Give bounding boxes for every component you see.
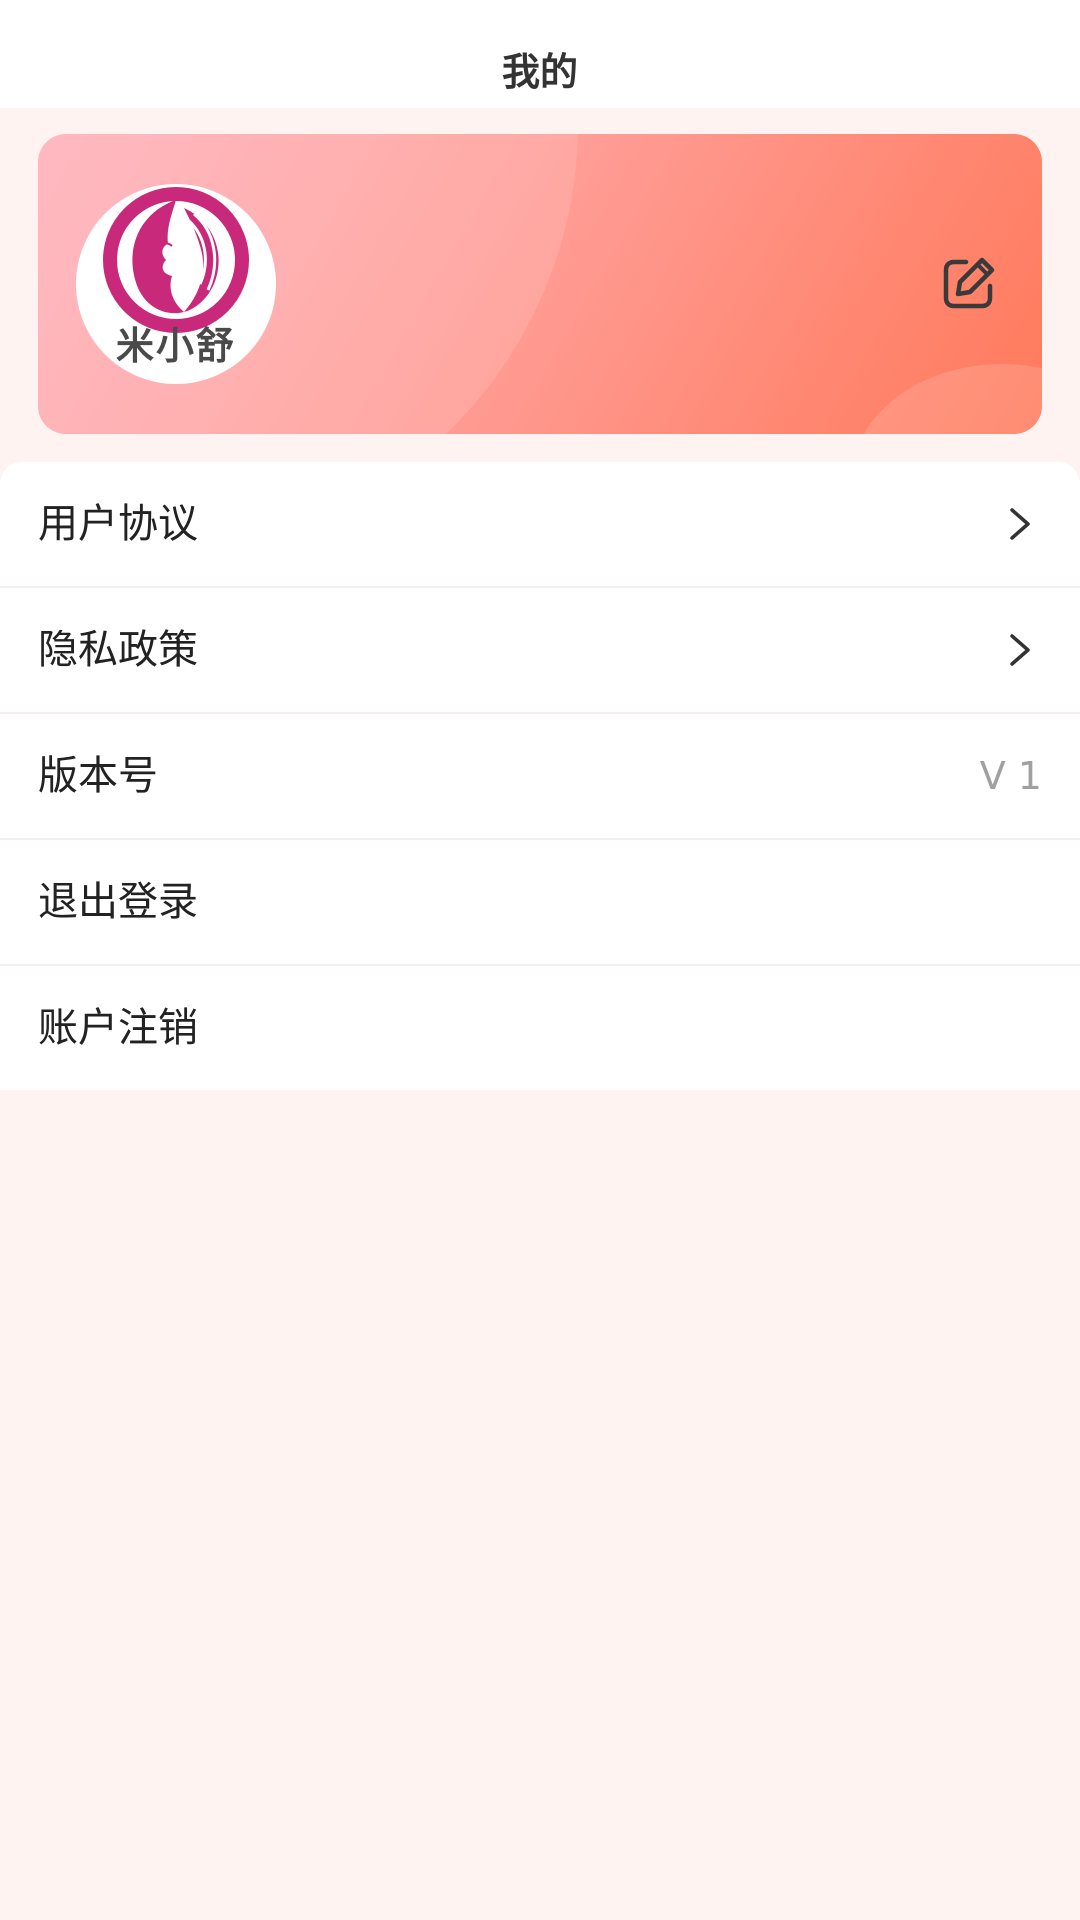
menu-item-user-agreement[interactable]: 用户协议 bbox=[0, 462, 1080, 588]
menu-item-label: 退出登录 bbox=[38, 879, 198, 925]
card-decoration-circle-small bbox=[852, 364, 1042, 434]
profile-card: 米小舒 bbox=[38, 134, 1042, 434]
menu-item-version: 版本号 V 1 bbox=[0, 714, 1080, 840]
settings-menu: 用户协议 隐私政策 版本号 V 1 退出登录 账户注销 bbox=[0, 462, 1080, 1090]
edit-icon bbox=[943, 257, 995, 309]
header-bar: 我的 bbox=[0, 0, 1080, 108]
chevron-right-icon bbox=[1010, 508, 1030, 540]
avatar-logo-text: 米小舒 bbox=[115, 324, 236, 368]
menu-item-logout[interactable]: 退出登录 bbox=[0, 840, 1080, 966]
chevron-right-icon bbox=[1010, 634, 1030, 666]
page-title: 我的 bbox=[501, 50, 578, 94]
menu-item-label: 隐私政策 bbox=[38, 627, 198, 673]
edit-profile-button[interactable] bbox=[938, 254, 998, 314]
menu-item-privacy-policy[interactable]: 隐私政策 bbox=[0, 588, 1080, 714]
my-page: 我的 米小舒 用户协议 隐私政策 版本号 V 1 退出登录 账户注销 bbox=[0, 0, 1080, 1920]
menu-item-label: 用户协议 bbox=[38, 501, 198, 547]
version-value: V 1 bbox=[979, 754, 1042, 798]
menu-item-label: 账户注销 bbox=[38, 1005, 198, 1051]
avatar[interactable]: 米小舒 bbox=[76, 184, 276, 384]
menu-item-delete-account[interactable]: 账户注销 bbox=[0, 966, 1080, 1090]
menu-item-label: 版本号 bbox=[38, 753, 158, 799]
